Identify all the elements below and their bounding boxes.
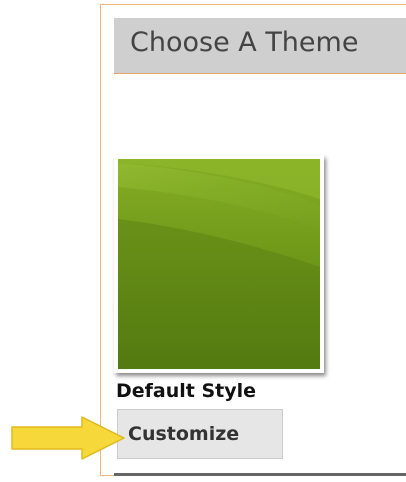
panel-bottom-edge bbox=[114, 473, 406, 476]
arrow-right-icon bbox=[11, 416, 125, 460]
panel-header: Choose A Theme bbox=[114, 18, 406, 74]
theme-thumbnail[interactable] bbox=[114, 155, 324, 373]
panel-title: Choose A Theme bbox=[130, 27, 359, 58]
customize-button[interactable]: Customize bbox=[117, 409, 283, 459]
theme-preview-image bbox=[118, 159, 320, 369]
theme-name-label: Default Style bbox=[116, 380, 257, 402]
screenshot-canvas: Choose A Theme Default Style Customize bbox=[0, 0, 406, 482]
